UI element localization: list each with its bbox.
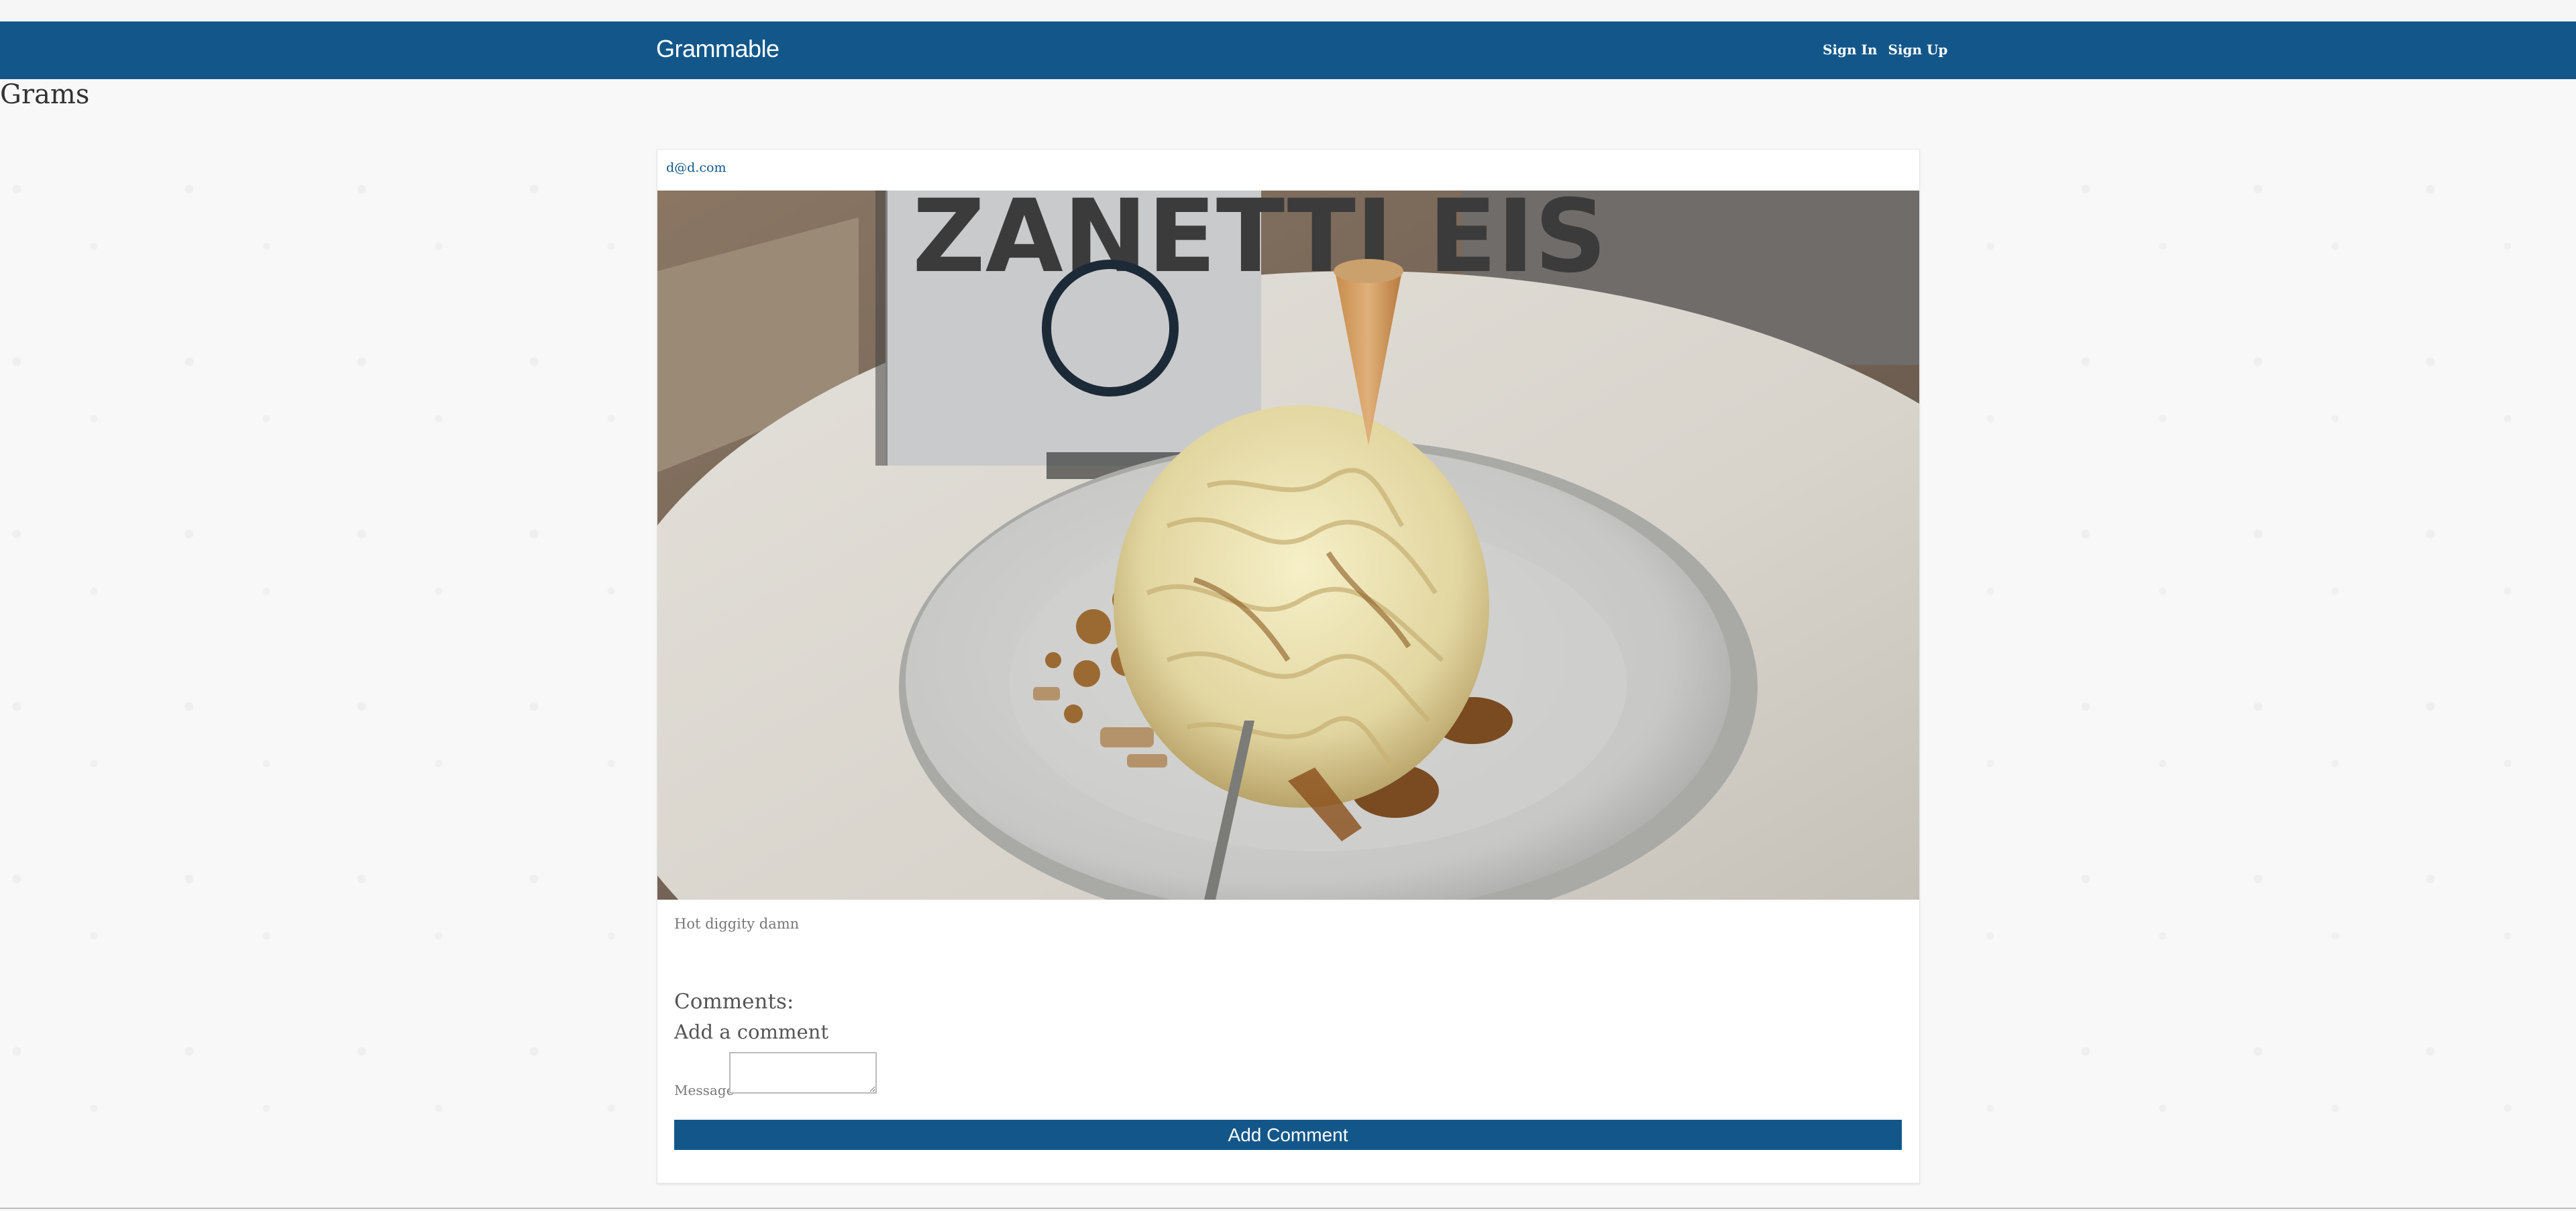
- browser-top-strip: [0, 0, 2576, 22]
- gram-card: d@d.com ZANETTI EIS Hot diggity damn Com…: [657, 149, 1920, 1183]
- comments-heading: Comments:: [674, 990, 794, 1014]
- navbar: Grammable Sign In Sign Up: [0, 21, 2576, 79]
- gram-photo-image: ZANETTI EIS: [657, 191, 1919, 900]
- bottom-divider: [0, 1208, 2576, 1209]
- sign-text: ZANETTI EIS: [912, 191, 1607, 295]
- sign-in-link[interactable]: Sign In: [1823, 42, 1877, 58]
- gram-author-link[interactable]: d@d.com: [666, 160, 726, 175]
- add-comment-heading: Add a comment: [674, 1020, 828, 1043]
- message-input[interactable]: [729, 1052, 877, 1094]
- add-comment-button[interactable]: Add Comment: [674, 1120, 1902, 1150]
- sign-up-link[interactable]: Sign Up: [1888, 42, 1947, 58]
- page-title: Grams: [0, 79, 90, 110]
- gram-caption: Hot diggity damn: [674, 916, 800, 932]
- gram-photo: ZANETTI EIS: [657, 191, 1919, 900]
- message-label: Message: [674, 1082, 735, 1098]
- brand-link[interactable]: Grammable: [656, 35, 780, 63]
- auth-links: Sign In Sign Up: [1823, 42, 1947, 58]
